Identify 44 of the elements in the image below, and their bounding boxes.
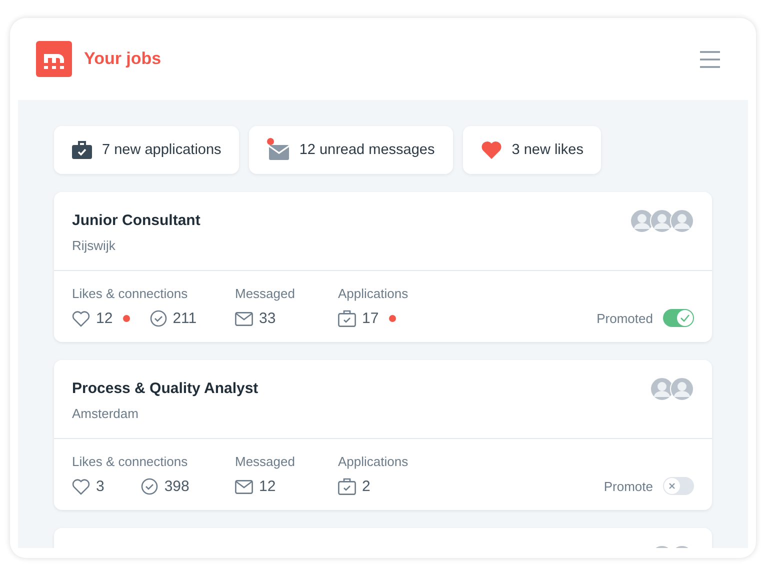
job-title: Junior Consultant	[72, 212, 202, 229]
connections-count: 398	[164, 478, 190, 495]
avatar-icon	[670, 377, 694, 401]
stat-label: Messaged	[235, 286, 296, 301]
job-location: Rijswijk	[72, 238, 116, 253]
stat-label: Likes & connections	[72, 454, 189, 469]
summary-chip[interactable]: 7 new applications	[54, 126, 240, 174]
summary-chip[interactable]: 12 unread messages	[249, 126, 453, 174]
envelope-icon	[235, 480, 253, 494]
likes-count: 3	[96, 478, 104, 495]
check-circle-icon	[150, 310, 167, 327]
promote-label: Promoted	[596, 310, 653, 326]
connections-count: 211	[172, 310, 197, 327]
heart-outline-icon	[72, 310, 90, 326]
check-circle-icon	[141, 478, 158, 495]
menu-icon[interactable]	[700, 50, 720, 68]
heart-outline-icon	[72, 478, 90, 494]
logo-icon	[36, 41, 72, 77]
stat-label: Likes & connections	[72, 286, 189, 301]
job-card[interactable]: Process & Quality Analyst Amsterdam Likes & connections 3 398 Messaged 12 Applications 2 Promote	[54, 360, 712, 510]
promote-label: Promote	[604, 478, 653, 494]
stat-label: Applications	[338, 454, 408, 469]
summary-chip[interactable]: 3 new likes	[462, 126, 602, 174]
messaged-count: 33	[259, 310, 276, 327]
stat-label: Applications	[338, 286, 408, 301]
promote-toggle[interactable]	[663, 309, 694, 327]
envelope-icon	[235, 312, 253, 326]
briefcase-outline-icon	[338, 478, 356, 495]
applications-count: 2	[362, 478, 370, 495]
cross-icon	[668, 482, 676, 490]
avatar-icon	[670, 209, 694, 233]
job-card[interactable]: Junior Consultant Rijswijk Likes & connections 12 211 Messaged 33 Applications 17 Promoted	[54, 192, 712, 342]
briefcase-icon	[72, 141, 92, 159]
likes-count: 12	[96, 310, 113, 327]
applications-count: 17	[362, 310, 379, 327]
page-title: Your jobs	[84, 49, 162, 69]
heart-icon	[480, 141, 502, 159]
messaged-count: 12	[259, 478, 276, 495]
promote-toggle[interactable]	[663, 477, 694, 495]
check-icon	[680, 314, 690, 322]
job-title: Process & Quality Analyst	[72, 380, 260, 397]
stat-label: Messaged	[235, 454, 296, 469]
job-location: Amsterdam	[72, 406, 140, 421]
briefcase-outline-icon	[338, 310, 356, 327]
